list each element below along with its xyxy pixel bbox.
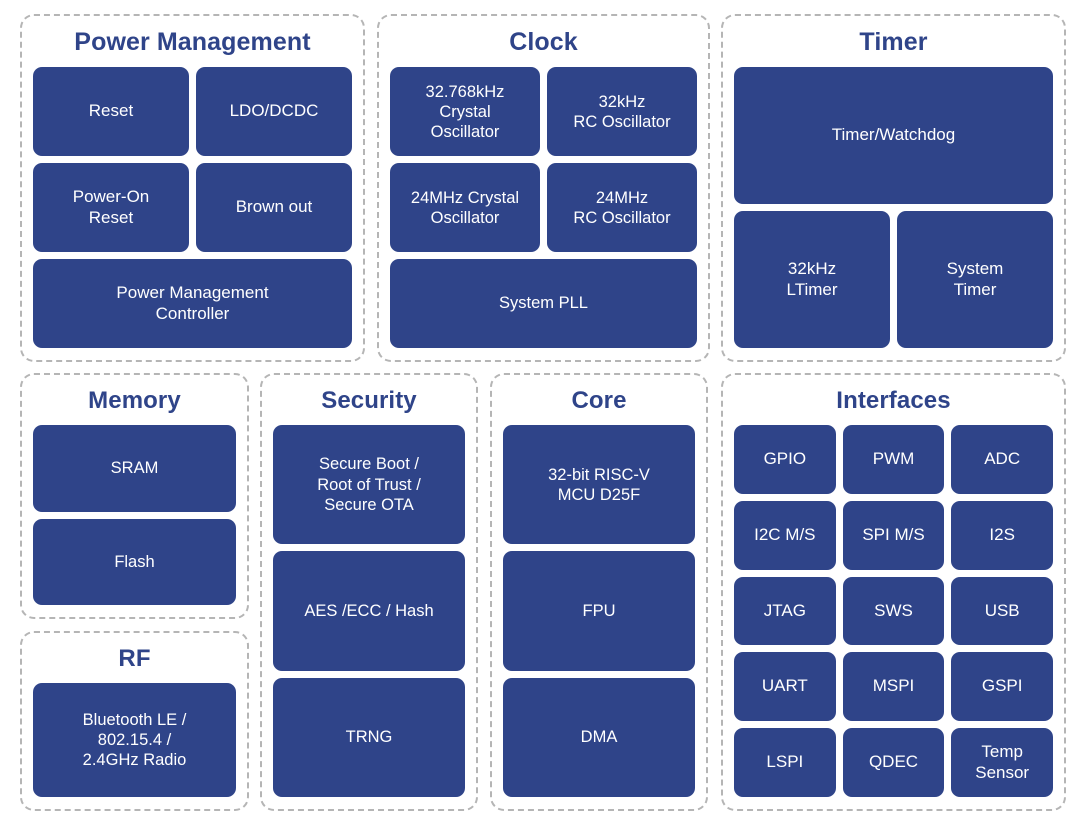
block-uart[interactable]: UART (734, 652, 836, 722)
panel-title-rf: RF (118, 645, 151, 672)
block-row: DMA (503, 677, 695, 797)
block-timer-watchdog[interactable]: Timer/Watchdog (734, 67, 1053, 205)
block-system-pll[interactable]: System PLL (390, 259, 697, 349)
block-row: GPIO PWM ADC (734, 425, 1054, 494)
panel-rf: RF Bluetooth LE / 802.15.4 / 2.4GHz Radi… (20, 631, 249, 811)
block-row: Power Management Controller (33, 259, 352, 349)
block-row: System PLL (390, 259, 697, 349)
soc-block-diagram: Power Management Reset LDO/DCDC Power-On… (0, 0, 1080, 815)
block-gpio[interactable]: GPIO (734, 425, 836, 494)
block-qdec[interactable]: QDEC (842, 728, 945, 797)
block-i2s[interactable]: I2S (951, 500, 1054, 570)
block-row: Bluetooth LE / 802.15.4 / 2.4GHz Radio (33, 683, 236, 797)
block-reset[interactable]: Reset (33, 67, 189, 157)
block-trng[interactable]: TRNG (273, 677, 465, 797)
block-row: 32-bit RISC-V MCU D25F (503, 425, 695, 545)
block-row: FPU (503, 551, 695, 671)
block-i2c-ms[interactable]: I2C M/S (734, 500, 836, 570)
block-sws[interactable]: SWS (842, 576, 945, 646)
block-row: I2C M/S SPI M/S I2S (734, 500, 1054, 570)
block-32khz-ltimer[interactable]: 32kHz LTimer (734, 211, 890, 348)
block-secure-boot-root-of-trust-secure-ota[interactable]: Secure Boot / Root of Trust / Secure OTA (273, 425, 465, 545)
panel-body-memory: SRAM Flash (33, 425, 236, 605)
block-row: Power-On Reset Brown out (33, 163, 352, 253)
panel-core: Core 32-bit RISC-V MCU D25F FPU DMA (490, 373, 708, 811)
block-flash[interactable]: Flash (33, 518, 236, 605)
block-row: SRAM (33, 425, 236, 512)
block-lspi[interactable]: LSPI (734, 728, 836, 797)
panel-body-interfaces: GPIO PWM ADC I2C M/S SPI M/S I2S JTAG SW… (734, 425, 1054, 797)
block-ldo-dcdc[interactable]: LDO/DCDC (196, 67, 352, 157)
block-temp-sensor[interactable]: Temp Sensor (951, 728, 1054, 797)
panel-title-security: Security (321, 387, 417, 414)
block-row: LSPI QDEC Temp Sensor (734, 728, 1054, 797)
block-row: 32kHz LTimer System Timer (734, 211, 1053, 348)
panel-power-management: Power Management Reset LDO/DCDC Power-On… (20, 14, 365, 362)
panel-body-timer: Timer/Watchdog 32kHz LTimer System Timer (734, 67, 1053, 348)
panel-title-core: Core (571, 387, 627, 414)
block-32768khz-crystal-oscillator[interactable]: 32.768kHz Crystal Oscillator (390, 67, 540, 157)
block-spi-ms[interactable]: SPI M/S (842, 500, 945, 570)
block-row: UART MSPI GSPI (734, 652, 1054, 722)
block-row: 24MHz Crystal Oscillator 24MHz RC Oscill… (390, 163, 697, 253)
block-row: Secure Boot / Root of Trust / Secure OTA (273, 425, 465, 545)
block-sram[interactable]: SRAM (33, 425, 236, 512)
panel-interfaces: Interfaces GPIO PWM ADC I2C M/S SPI M/S … (721, 373, 1066, 811)
block-adc[interactable]: ADC (951, 425, 1054, 494)
panel-title-memory: Memory (88, 387, 181, 414)
panel-title-power-management: Power Management (74, 28, 311, 56)
block-row: JTAG SWS USB (734, 576, 1054, 646)
block-mspi[interactable]: MSPI (842, 652, 945, 722)
block-usb[interactable]: USB (951, 576, 1054, 646)
panel-title-interfaces: Interfaces (836, 387, 951, 414)
block-row: AES /ECC / Hash (273, 551, 465, 671)
block-fpu[interactable]: FPU (503, 551, 695, 671)
block-32khz-rc-oscillator[interactable]: 32kHz RC Oscillator (547, 67, 697, 157)
block-bluetooth-le-radio[interactable]: Bluetooth LE / 802.15.4 / 2.4GHz Radio (33, 683, 236, 797)
block-power-management-controller[interactable]: Power Management Controller (33, 259, 352, 349)
panel-body-clock: 32.768kHz Crystal Oscillator 32kHz RC Os… (390, 67, 697, 349)
block-row: 32.768kHz Crystal Oscillator 32kHz RC Os… (390, 67, 697, 157)
block-row: TRNG (273, 677, 465, 797)
block-row: Timer/Watchdog (734, 67, 1053, 205)
block-dma[interactable]: DMA (503, 677, 695, 797)
block-brown-out[interactable]: Brown out (196, 163, 352, 253)
panel-memory: Memory SRAM Flash (20, 373, 249, 619)
panel-body-core: 32-bit RISC-V MCU D25F FPU DMA (503, 425, 695, 797)
block-pwm[interactable]: PWM (842, 425, 945, 494)
block-24mhz-crystal-oscillator[interactable]: 24MHz Crystal Oscillator (390, 163, 540, 253)
panel-body-power-management: Reset LDO/DCDC Power-On Reset Brown out … (33, 67, 352, 349)
block-row: Flash (33, 518, 236, 605)
block-power-on-reset[interactable]: Power-On Reset (33, 163, 189, 253)
block-24mhz-rc-oscillator[interactable]: 24MHz RC Oscillator (547, 163, 697, 253)
panel-clock: Clock 32.768kHz Crystal Oscillator 32kHz… (377, 14, 710, 362)
block-gspi[interactable]: GSPI (951, 652, 1054, 722)
block-row: Reset LDO/DCDC (33, 67, 352, 157)
panel-security: Security Secure Boot / Root of Trust / S… (260, 373, 478, 811)
panel-body-rf: Bluetooth LE / 802.15.4 / 2.4GHz Radio (33, 683, 236, 797)
panel-body-security: Secure Boot / Root of Trust / Secure OTA… (273, 425, 465, 797)
panel-timer: Timer Timer/Watchdog 32kHz LTimer System… (721, 14, 1066, 362)
block-system-timer[interactable]: System Timer (897, 211, 1053, 348)
panel-title-clock: Clock (509, 28, 578, 56)
block-jtag[interactable]: JTAG (734, 576, 836, 646)
block-aes-ecc-hash[interactable]: AES /ECC / Hash (273, 551, 465, 671)
block-32bit-riscv-mcu-d25f[interactable]: 32-bit RISC-V MCU D25F (503, 425, 695, 545)
panel-title-timer: Timer (859, 28, 928, 56)
